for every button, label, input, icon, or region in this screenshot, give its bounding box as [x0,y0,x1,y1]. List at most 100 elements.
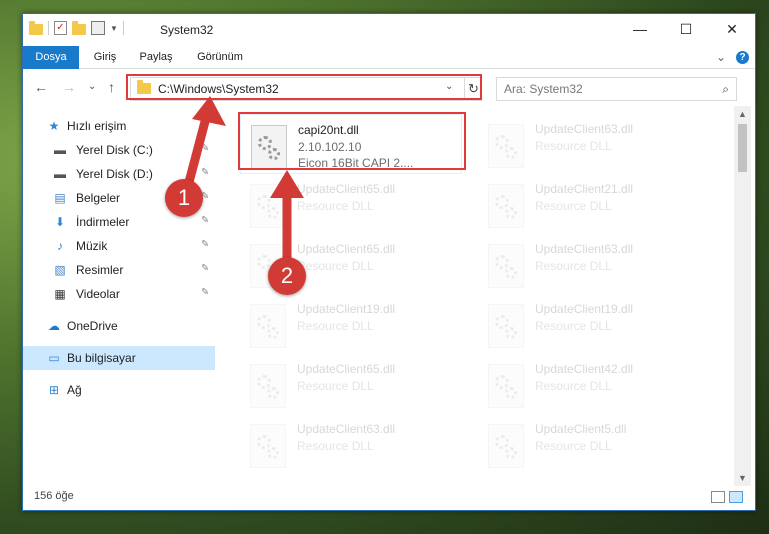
sidebar-item-videos[interactable]: ▦ Videolar ✎ [23,282,215,306]
recent-locations-icon[interactable]: ⌄ [88,81,96,92]
file-item[interactable]: UpdateClient5.dll Resource DLL [478,414,698,472]
sidebar-item-label: Hızlı erişim [67,119,127,133]
scroll-down-icon[interactable]: ▼ [734,470,751,486]
ribbon-controls: ⌄ ? [716,50,749,64]
tab-view[interactable]: Görünüm [193,46,247,68]
title-bar: ✓ ▼ System32 — ☐ ✕ [23,14,755,46]
drive-icon: ▬ [54,143,66,157]
documents-icon: ▤ [54,191,66,205]
quick-access-toolbar: ✓ ▼ [29,21,124,35]
sidebar-item-onedrive[interactable]: ☁ OneDrive [23,314,215,338]
minimize-button[interactable]: — [617,14,663,46]
large-icons-view-icon[interactable] [729,491,743,503]
pin-icon[interactable]: ✎ [201,215,209,226]
file-item[interactable]: UpdateClient63.dll Resource DLL [240,414,460,472]
dll-file-icon [488,304,524,348]
expand-ribbon-icon[interactable]: ⌄ [716,50,726,64]
file-item[interactable]: UpdateClient65.dll Resource DLL [240,354,460,412]
step-2-badge: 2 [268,257,306,295]
file-name: UpdateClient21.dll [535,182,634,196]
file-description: Resource DLL [535,379,612,393]
sidebar-item-label: Yerel Disk (C:) [76,143,153,157]
pin-icon[interactable]: ✎ [201,263,209,274]
sidebar-item-this-pc[interactable]: ▭ Bu bilgisayar [23,346,215,370]
back-icon[interactable]: ← [34,79,48,95]
sidebar-item-label: Videolar [76,287,120,301]
sidebar-item-label: Resimler [76,263,124,277]
forward-icon[interactable]: → [62,79,76,95]
dll-file-icon [488,364,524,408]
file-item[interactable]: UpdateClient65.dll Resource DLL [240,174,460,232]
cloud-icon: ☁ [48,319,60,333]
customize-icon[interactable] [91,21,105,35]
sidebar-item-label: Bu bilgisayar [67,351,136,365]
item-count: 156 öğe [34,490,74,502]
folder-icon [29,21,43,35]
dll-file-icon [488,124,524,168]
sidebar-item-quick-access[interactable]: ★ Hızlı erişim [23,114,215,138]
file-name: UpdateClient63.dll [535,122,634,136]
file-name: UpdateClient19.dll [535,302,634,316]
search-box[interactable]: Ara: System32 ⌕ [496,77,737,101]
ribbon-tabs: Dosya Giriş Paylaş Görünüm ⌄ ? [23,46,755,104]
sidebar-item-label: Ağ [67,383,82,397]
maximize-button[interactable]: ☐ [663,14,709,46]
vertical-scrollbar[interactable]: ▲ ▼ [734,106,751,486]
view-toggle [711,491,743,503]
star-icon: ★ [48,119,60,133]
navigation-pane: ★ Hızlı erişim ▬ Yerel Disk (C:) ✎ ▬ Yer… [23,106,215,486]
file-item[interactable]: UpdateClient42.dll Resource DLL [478,354,698,412]
tab-home[interactable]: Giriş [85,46,125,68]
pin-icon[interactable]: ✎ [201,239,209,250]
file-description: Resource DLL [297,319,374,333]
dll-file-icon [250,424,286,468]
file-name: UpdateClient65.dll [297,242,396,256]
sidebar-item-local-disk-c[interactable]: ▬ Yerel Disk (C:) ✎ [23,138,215,162]
qat-dropdown-icon[interactable]: ▼ [110,24,118,33]
sidebar-item-label: OneDrive [67,319,118,333]
pin-icon[interactable]: ✎ [201,167,209,178]
sidebar-item-music[interactable]: ♪ Müzik ✎ [23,234,215,258]
tab-share[interactable]: Paylaş [133,46,179,68]
dll-file-icon [488,184,524,228]
pin-icon[interactable]: ✎ [201,143,209,154]
drive-icon: ▬ [54,167,66,181]
sidebar-item-network[interactable]: ⊞ Ağ [23,378,215,402]
file-description: Resource DLL [535,319,612,333]
new-folder-icon[interactable] [72,21,86,35]
file-description: Resource DLL [535,439,612,453]
file-name: UpdateClient63.dll [297,422,396,436]
download-icon: ⬇ [54,215,66,229]
help-icon[interactable]: ? [736,50,749,64]
file-description: Resource DLL [297,259,374,273]
file-description: Resource DLL [535,259,612,273]
window-title: System32 [160,23,214,37]
search-placeholder: Ara: System32 [504,82,583,96]
divider [48,21,49,35]
close-button[interactable]: ✕ [709,14,755,46]
file-description: Resource DLL [297,199,374,213]
details-view-icon[interactable] [711,491,725,503]
up-icon[interactable]: ↑ [108,79,115,95]
sidebar-item-pictures[interactable]: ▧ Resimler ✎ [23,258,215,282]
file-name: UpdateClient42.dll [535,362,634,376]
dll-file-icon [250,304,286,348]
file-name: UpdateClient5.dll [535,422,627,436]
properties-check-icon[interactable]: ✓ [54,21,67,35]
file-name: UpdateClient19.dll [297,302,396,316]
scroll-up-icon[interactable]: ▲ [734,106,751,122]
file-name: UpdateClient65.dll [297,362,396,376]
pin-icon[interactable]: ✎ [201,287,209,298]
video-icon: ▦ [54,287,66,301]
file-item[interactable]: UpdateClient63.dll Resource DLL [478,114,698,172]
file-item[interactable]: UpdateClient19.dll Resource DLL [240,294,460,352]
step-1-badge: 1 [165,179,203,217]
scroll-thumb[interactable] [738,124,747,172]
address-bar-highlight [126,74,482,100]
file-item[interactable]: UpdateClient63.dll Resource DLL [478,234,698,292]
divider [122,21,124,35]
search-icon[interactable]: ⌕ [722,82,729,97]
file-item[interactable]: UpdateClient19.dll Resource DLL [478,294,698,352]
dll-file-icon [250,364,286,408]
file-item[interactable]: UpdateClient21.dll Resource DLL [478,174,698,232]
